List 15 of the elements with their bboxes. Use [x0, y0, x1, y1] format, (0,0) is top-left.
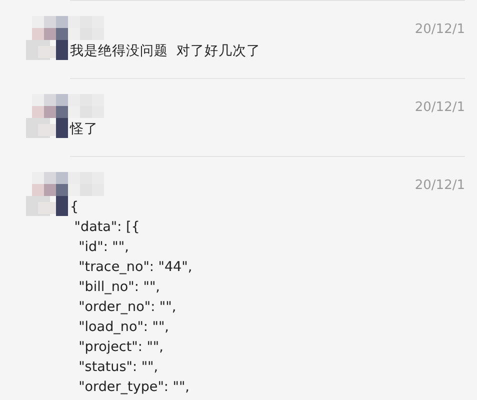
message-text: "data": [{ — [73, 218, 140, 237]
message-text: "bill_no": "", — [78, 278, 160, 297]
message-text: 我是绝得没问题 对了好几次了 — [70, 42, 261, 61]
message-text: "trace_no": "44", — [78, 258, 192, 277]
message-text: "project": "", — [78, 338, 164, 357]
message-time: 20/12/1 — [414, 177, 465, 195]
message-text: "order_no": "", — [78, 298, 176, 317]
message-time: 20/12/1 — [414, 21, 465, 39]
message-text: "load_no": "", — [78, 318, 169, 337]
message-time: 20/12/1 — [414, 99, 465, 117]
message-text: { — [70, 198, 79, 217]
message-text: "order_type": "", — [78, 378, 190, 397]
message-text: "status": "", — [78, 358, 158, 377]
message-text: "id": "", — [78, 238, 129, 257]
message-text: 怪了 — [70, 120, 98, 139]
